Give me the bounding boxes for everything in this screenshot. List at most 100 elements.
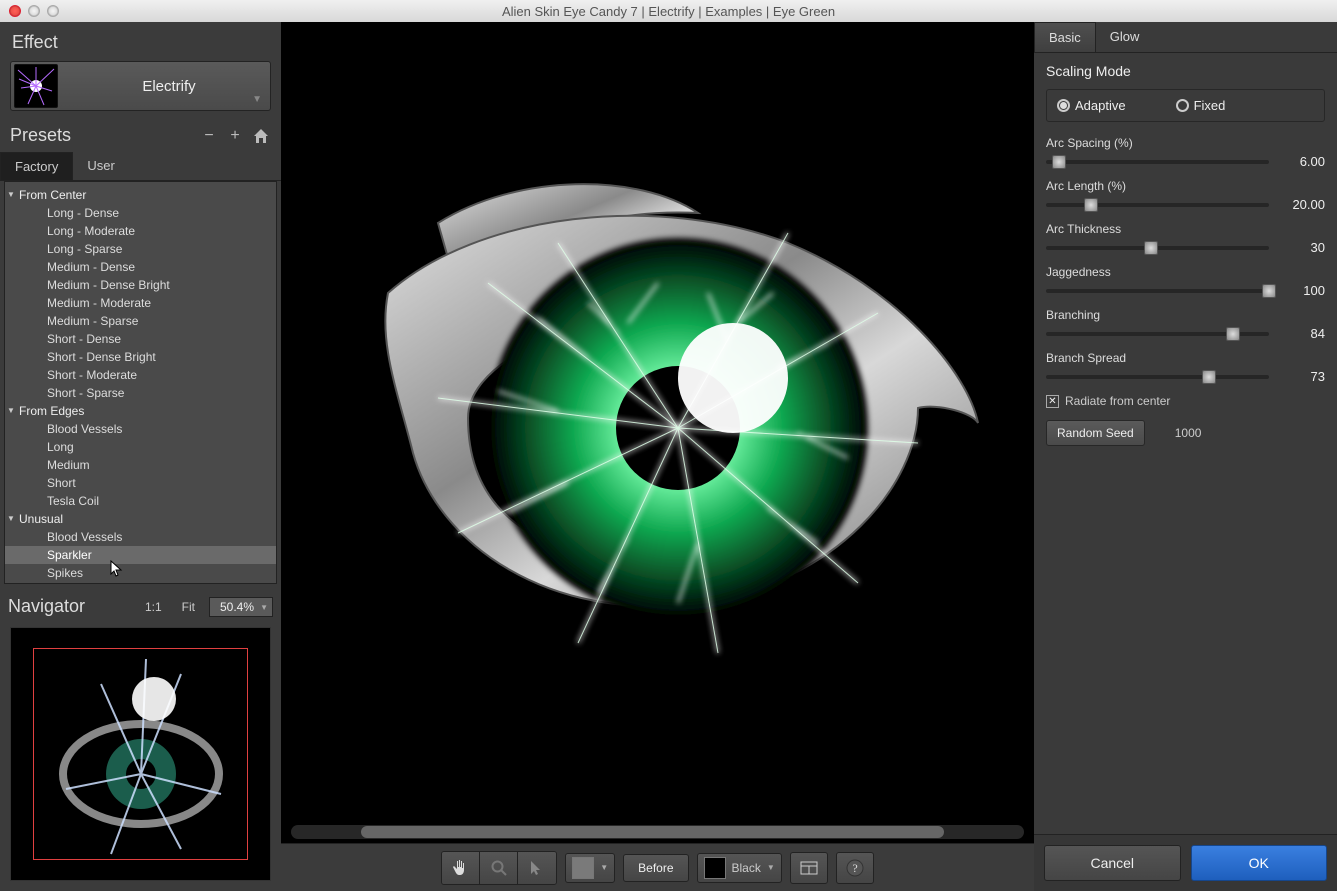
navigator-header: Navigator 1:1 Fit 50.4%: [0, 592, 281, 621]
slider-arc-thickness: Arc Thickness30: [1046, 222, 1325, 255]
preset-group[interactable]: From Edges: [5, 402, 276, 420]
slider-arc-spacing-: Arc Spacing (%)6.00: [1046, 136, 1325, 169]
chevron-down-icon: ▼: [252, 94, 262, 105]
preset-item[interactable]: Short: [5, 474, 276, 492]
ok-button[interactable]: OK: [1191, 845, 1328, 881]
slider-label: Arc Length (%): [1046, 179, 1325, 193]
slider-knob[interactable]: [1052, 155, 1066, 169]
slider-jaggedness: Jaggedness100: [1046, 265, 1325, 298]
scrollbar-thumb[interactable]: [361, 826, 944, 838]
preset-item[interactable]: Blood Vessels: [5, 528, 276, 546]
preset-item[interactable]: Long: [5, 438, 276, 456]
zoom-dropdown[interactable]: 50.4%: [209, 597, 273, 617]
slider-track[interactable]: [1046, 246, 1269, 250]
effect-picker[interactable]: Electrify ▼: [10, 61, 271, 111]
pointer-tool[interactable]: [518, 852, 556, 884]
radiate-checkbox[interactable]: ✕ Radiate from center: [1046, 394, 1325, 408]
before-button[interactable]: Before: [623, 854, 688, 882]
preset-item[interactable]: Sparkler: [5, 546, 276, 564]
preset-item[interactable]: Medium - Sparse: [5, 312, 276, 330]
preset-group[interactable]: Unusual: [5, 510, 276, 528]
preset-item[interactable]: Blood Vessels: [5, 420, 276, 438]
slider-arc-length-: Arc Length (%) 20.00: [1046, 179, 1325, 212]
split-view-button[interactable]: [790, 852, 828, 884]
preset-item[interactable]: Spikes: [5, 564, 276, 582]
titlebar: Alien Skin Eye Candy 7 | Electrify | Exa…: [0, 0, 1337, 22]
presets-heading: Presets: [10, 125, 193, 146]
preset-item[interactable]: Tesla Coil: [5, 582, 276, 584]
checkbox-icon: ✕: [1046, 395, 1059, 408]
swatch-picker[interactable]: ▼: [565, 853, 615, 883]
help-button[interactable]: ?: [836, 852, 874, 884]
preset-item[interactable]: Short - Dense Bright: [5, 348, 276, 366]
slider-branch-spread: Branch Spread 73: [1046, 351, 1325, 384]
slider-track[interactable]: [1046, 332, 1269, 336]
dialog-buttons: Cancel OK: [1034, 834, 1337, 891]
chevron-down-icon: ▼: [600, 863, 608, 872]
tab-user[interactable]: User: [73, 152, 128, 180]
slider-value[interactable]: 6.00: [1279, 154, 1325, 169]
slider-value[interactable]: 100: [1279, 283, 1325, 298]
preset-item[interactable]: Short - Sparse: [5, 384, 276, 402]
preset-item[interactable]: Short - Dense: [5, 330, 276, 348]
slider-track[interactable]: [1046, 160, 1269, 164]
preset-item[interactable]: Medium - Dense: [5, 258, 276, 276]
preset-item[interactable]: Long - Sparse: [5, 240, 276, 258]
slider-value[interactable]: 20.00: [1279, 197, 1325, 212]
navigator-viewport[interactable]: [33, 648, 248, 860]
preset-item[interactable]: Tesla Coil: [5, 492, 276, 510]
preset-item[interactable]: Long - Moderate: [5, 222, 276, 240]
background-picker[interactable]: Black ▼: [697, 853, 782, 883]
settings-tabs: Basic Glow: [1034, 22, 1337, 53]
home-icon[interactable]: [251, 126, 271, 146]
zoom-1to1-button[interactable]: 1:1: [139, 598, 168, 616]
tool-group-nav: [441, 851, 557, 885]
radio-adaptive-label: Adaptive: [1075, 98, 1126, 113]
effect-thumbnail: [14, 64, 58, 108]
effect-name: Electrify: [68, 78, 270, 95]
preset-item[interactable]: Long - Dense: [5, 204, 276, 222]
navigator-heading: Navigator: [8, 596, 131, 617]
radio-fixed[interactable]: Fixed: [1176, 98, 1226, 113]
swatch-color: [572, 857, 594, 879]
svg-text:?: ?: [852, 861, 857, 875]
presets-header: Presets − +: [0, 125, 281, 146]
slider-knob[interactable]: [1262, 284, 1276, 298]
canvas-toolbar: ▼ Before Black ▼ ?: [281, 843, 1034, 891]
cancel-button[interactable]: Cancel: [1044, 845, 1181, 881]
preset-item[interactable]: Medium - Dense Bright: [5, 276, 276, 294]
slider-knob[interactable]: [1202, 370, 1216, 384]
zoom-fit-button[interactable]: Fit: [176, 598, 201, 616]
tab-glow[interactable]: Glow: [1096, 22, 1154, 52]
radio-adaptive[interactable]: Adaptive: [1057, 98, 1126, 113]
preset-item[interactable]: Short - Moderate: [5, 366, 276, 384]
slider-knob[interactable]: [1226, 327, 1240, 341]
canvas-area: ▼ Before Black ▼ ?: [281, 22, 1034, 891]
preset-tree[interactable]: From CenterLong - DenseLong - ModerateLo…: [4, 181, 277, 584]
zoom-tool[interactable]: [480, 852, 518, 884]
add-preset-button[interactable]: +: [225, 126, 245, 146]
bg-label: Black: [732, 861, 761, 875]
slider-track[interactable]: [1046, 375, 1269, 379]
tab-basic[interactable]: Basic: [1034, 22, 1096, 52]
slider-knob[interactable]: [1084, 198, 1098, 212]
slider-track[interactable]: [1046, 289, 1269, 293]
slider-label: Branch Spread: [1046, 351, 1325, 365]
navigator-preview[interactable]: [10, 627, 271, 881]
tab-factory[interactable]: Factory: [0, 152, 73, 180]
horizontal-scrollbar[interactable]: [291, 825, 1024, 839]
pan-tool[interactable]: [442, 852, 480, 884]
preset-group[interactable]: From Center: [5, 186, 276, 204]
slider-value[interactable]: 84: [1279, 326, 1325, 341]
preset-tabs: Factory User: [0, 152, 281, 181]
preview-canvas[interactable]: [281, 22, 1034, 823]
remove-preset-button[interactable]: −: [199, 126, 219, 146]
slider-value[interactable]: 73: [1279, 369, 1325, 384]
preset-item[interactable]: Medium - Moderate: [5, 294, 276, 312]
slider-knob[interactable]: [1144, 241, 1158, 255]
slider-value[interactable]: 30: [1279, 240, 1325, 255]
preset-item[interactable]: Medium: [5, 456, 276, 474]
slider-track[interactable]: [1046, 203, 1269, 207]
random-seed-button[interactable]: Random Seed: [1046, 420, 1145, 446]
scaling-heading: Scaling Mode: [1046, 63, 1325, 79]
